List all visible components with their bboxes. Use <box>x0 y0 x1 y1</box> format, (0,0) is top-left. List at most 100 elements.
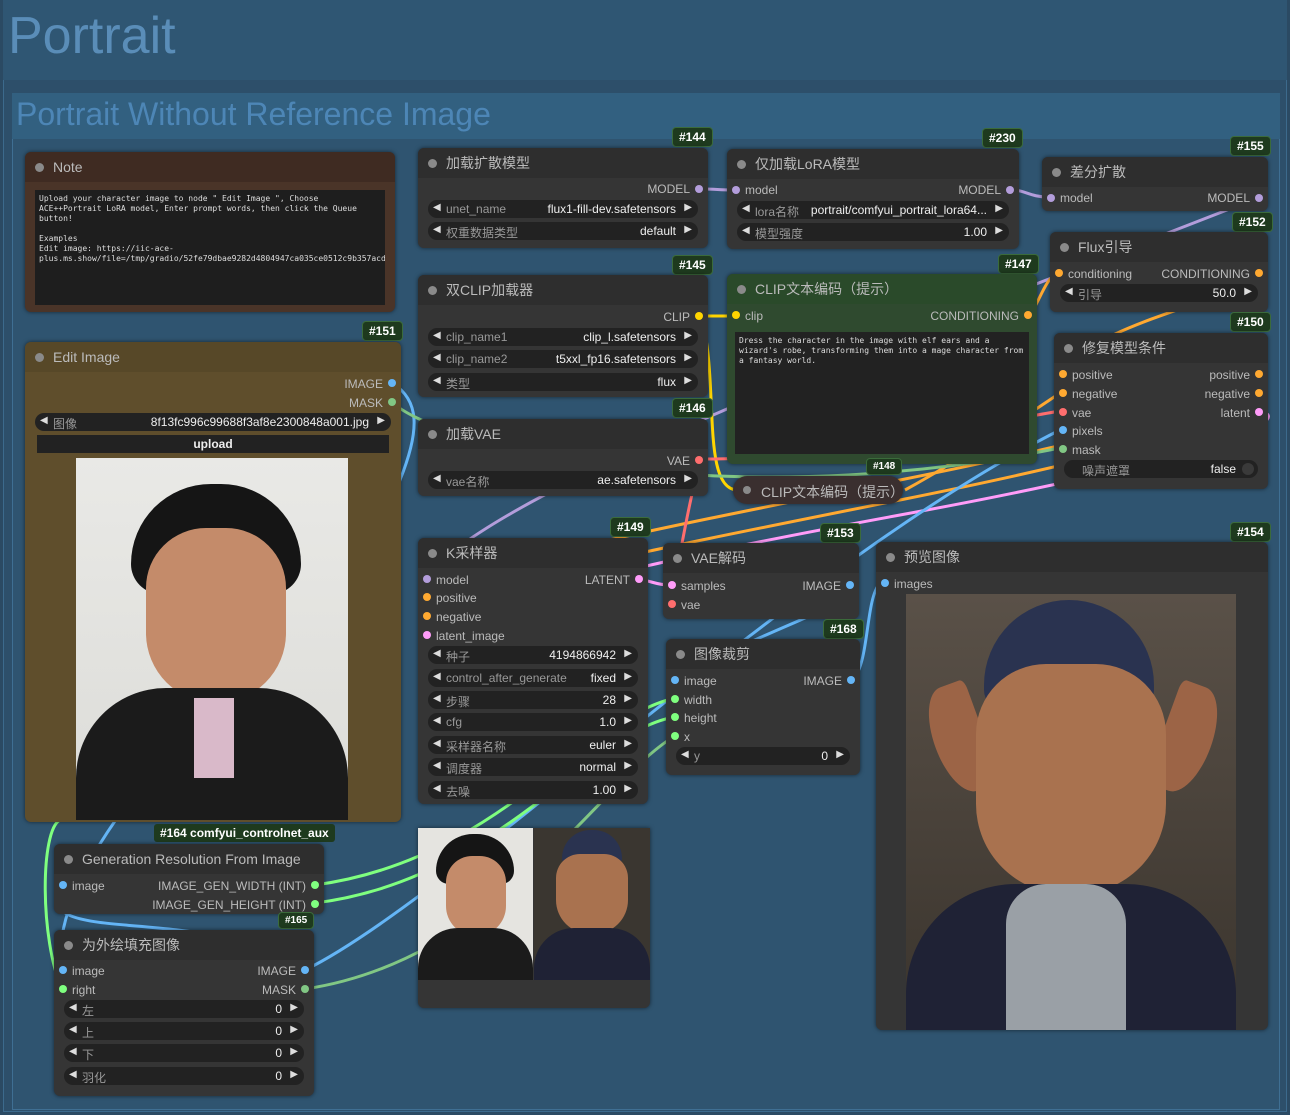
arrow-left-icon[interactable]: ◀ <box>433 375 441 386</box>
lora-name-widget[interactable]: ◀ lora名称 portrait/comfyui_portrait_lora6… <box>737 201 1009 219</box>
width-input-socket[interactable] <box>671 695 679 703</box>
negative-input-socket[interactable] <box>1059 389 1067 397</box>
arrow-left-icon[interactable]: ◀ <box>742 225 750 236</box>
gen-resolution-node[interactable]: Generation Resolution From Image image I… <box>54 844 324 914</box>
arrow-right-icon[interactable]: ▶ <box>290 1024 298 1035</box>
model-output-socket[interactable] <box>1255 194 1263 202</box>
mask-input-socket[interactable] <box>1059 445 1067 453</box>
lora-strength-widget[interactable]: ◀ 模型强度 1.00 ▶ <box>737 223 1009 241</box>
mask-output-socket[interactable] <box>388 398 396 406</box>
latent-output-socket[interactable] <box>1255 408 1263 416</box>
control-after-generate-widget[interactable]: ◀ control_after_generate fixed ▶ <box>428 669 638 687</box>
arrow-left-icon[interactable]: ◀ <box>433 648 441 659</box>
arrow-right-icon[interactable]: ▶ <box>1244 286 1252 297</box>
positive-input-socket[interactable] <box>423 593 431 601</box>
image-output-socket[interactable] <box>847 676 855 684</box>
arrow-right-icon[interactable]: ▶ <box>624 671 632 682</box>
clip-name2-widget[interactable]: ◀ clip_name2 t5xxl_fp16.safetensors ▶ <box>428 350 698 368</box>
arrow-right-icon[interactable]: ▶ <box>684 224 692 235</box>
cfg-widget[interactable]: ◀ cfg 1.0 ▶ <box>428 713 638 731</box>
arrow-left-icon[interactable]: ◀ <box>433 671 441 682</box>
steps-widget[interactable]: ◀ 步骤 28 ▶ <box>428 691 638 709</box>
model-input-socket[interactable] <box>1047 194 1055 202</box>
seed-widget[interactable]: ◀ 种子 4194866942 ▶ <box>428 646 638 664</box>
arrow-right-icon[interactable]: ▶ <box>624 715 632 726</box>
collapse-dot-icon[interactable] <box>743 486 751 494</box>
ksampler-node[interactable]: K采样器 model positive negative latent_imag… <box>418 538 648 804</box>
diff-diffusion-node[interactable]: 差分扩散 model MODEL <box>1042 157 1268 211</box>
arrow-right-icon[interactable]: ▶ <box>377 415 385 426</box>
arrow-right-icon[interactable]: ▶ <box>684 202 692 213</box>
image-output-socket[interactable] <box>388 379 396 387</box>
image-output-socket[interactable] <box>301 966 309 974</box>
negative-input-socket[interactable] <box>423 612 431 620</box>
note-node[interactable]: Note Upload your character image to node… <box>25 152 395 312</box>
arrow-left-icon[interactable]: ◀ <box>433 330 441 341</box>
noise-mask-toggle[interactable]: 噪声遮罩 false <box>1064 460 1258 478</box>
vae-input-socket[interactable] <box>1059 408 1067 416</box>
image-input-socket[interactable] <box>671 676 679 684</box>
denoise-widget[interactable]: ◀ 去噪 1.00 ▶ <box>428 781 638 799</box>
clip-input-socket[interactable] <box>732 311 740 319</box>
outpaint-pad-node[interactable]: 为外绘填充图像 image right IMAGE MASK ◀ 左 0 ▶ ◀ 上 0 ▶… <box>54 930 314 1096</box>
arrow-left-icon[interactable]: ◀ <box>40 415 48 426</box>
arrow-right-icon[interactable]: ▶ <box>624 738 632 749</box>
arrow-left-icon[interactable]: ◀ <box>433 783 441 794</box>
pixels-input-socket[interactable] <box>1059 426 1067 434</box>
arrow-right-icon[interactable]: ▶ <box>684 330 692 341</box>
crop-y-widget[interactable]: ◀ y 0 ▶ <box>676 747 850 765</box>
clip-text-negative-node[interactable]: CLIP文本编码（提示） <box>733 476 904 504</box>
pad-bottom-widget[interactable]: ◀ 下 0 ▶ <box>64 1044 304 1062</box>
weight-dtype-widget[interactable]: ◀ 权重数据类型 default ▶ <box>428 222 698 240</box>
clip-type-widget[interactable]: ◀ 类型 flux ▶ <box>428 373 698 391</box>
edit-image-node[interactable]: Edit Image IMAGE MASK ◀ 图像 8f13fc996c996… <box>25 342 401 822</box>
sampler-name-widget[interactable]: ◀ 采样器名称 euler ▶ <box>428 736 638 754</box>
positive-output-socket[interactable] <box>1255 370 1263 378</box>
unet-name-widget[interactable]: ◀ unet_name flux1-fill-dev.safetensors ▶ <box>428 200 698 218</box>
arrow-right-icon[interactable]: ▶ <box>290 1046 298 1057</box>
arrow-left-icon[interactable]: ◀ <box>433 738 441 749</box>
arrow-left-icon[interactable]: ◀ <box>681 749 689 760</box>
model-output-socket[interactable] <box>695 185 703 193</box>
flux-guidance-node[interactable]: Flux引导 conditioning CONDITIONING ◀ 引导 50… <box>1050 232 1268 312</box>
height-input-socket[interactable] <box>671 713 679 721</box>
latent-output-socket[interactable] <box>635 575 643 583</box>
arrow-left-icon[interactable]: ◀ <box>433 760 441 771</box>
arrow-right-icon[interactable]: ▶ <box>684 352 692 363</box>
conditioning-input-socket[interactable] <box>1055 269 1063 277</box>
note-text[interactable]: Upload your character image to node " Ed… <box>35 190 385 305</box>
arrow-right-icon[interactable]: ▶ <box>995 225 1003 236</box>
clip-text-positive-node[interactable]: CLIP文本编码（提示） clip CONDITIONING Dress the… <box>727 274 1037 464</box>
arrow-right-icon[interactable]: ▶ <box>290 1069 298 1080</box>
negative-output-socket[interactable] <box>1255 389 1263 397</box>
guidance-widget[interactable]: ◀ 引导 50.0 ▶ <box>1060 284 1258 302</box>
arrow-right-icon[interactable]: ▶ <box>290 1002 298 1013</box>
arrow-left-icon[interactable]: ◀ <box>69 1046 77 1057</box>
width-output-socket[interactable] <box>311 881 319 889</box>
arrow-left-icon[interactable]: ◀ <box>433 352 441 363</box>
arrow-right-icon[interactable]: ▶ <box>995 203 1003 214</box>
arrow-left-icon[interactable]: ◀ <box>433 473 441 484</box>
arrow-left-icon[interactable]: ◀ <box>69 1024 77 1035</box>
height-output-socket[interactable] <box>311 900 319 908</box>
arrow-right-icon[interactable]: ▶ <box>624 760 632 771</box>
arrow-right-icon[interactable]: ▶ <box>684 473 692 484</box>
positive-input-socket[interactable] <box>1059 370 1067 378</box>
clip-name1-widget[interactable]: ◀ clip_name1 clip_l.safetensors ▶ <box>428 328 698 346</box>
model-input-socket[interactable] <box>732 186 740 194</box>
images-input-socket[interactable] <box>881 579 889 587</box>
arrow-left-icon[interactable]: ◀ <box>433 202 441 213</box>
inpaint-conditioning-node[interactable]: 修复模型条件 positive negative vae pixels mask… <box>1054 333 1268 489</box>
pad-left-widget[interactable]: ◀ 左 0 ▶ <box>64 1000 304 1018</box>
image-input-socket[interactable] <box>59 966 67 974</box>
positive-prompt-text[interactable]: Dress the character in the image with el… <box>735 332 1029 454</box>
samples-input-socket[interactable] <box>668 581 676 589</box>
arrow-right-icon[interactable]: ▶ <box>624 783 632 794</box>
conditioning-output-socket[interactable] <box>1024 311 1032 319</box>
image-input-socket[interactable] <box>59 881 67 889</box>
arrow-right-icon[interactable]: ▶ <box>684 375 692 386</box>
feathering-widget[interactable]: ◀ 羽化 0 ▶ <box>64 1067 304 1085</box>
latent-input-socket[interactable] <box>423 631 431 639</box>
unet-loader-node[interactable]: 加载扩散模型 MODEL ◀ unet_name flux1-fill-dev.… <box>418 148 708 248</box>
model-output-socket[interactable] <box>1006 186 1014 194</box>
